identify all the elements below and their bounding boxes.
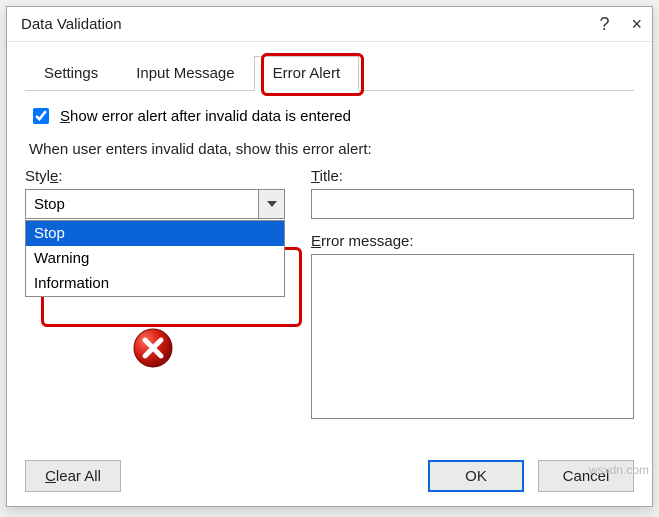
close-button[interactable]: × (631, 15, 642, 33)
title-input[interactable] (311, 189, 634, 219)
dialog-content: Settings Input Message Error Alert Show … (7, 42, 652, 448)
form-columns: Style: Stop Stop Warning Information (25, 168, 634, 423)
titlebar-controls: ? × (599, 15, 642, 33)
title-label: Title: (311, 168, 634, 185)
option-warning[interactable]: Warning (26, 246, 284, 271)
clear-all-button[interactable]: Clear All (25, 460, 121, 492)
tab-error-alert[interactable]: Error Alert (254, 56, 360, 91)
dialog-title: Data Validation (21, 16, 122, 33)
show-alert-label: Show error alert after invalid data is e… (60, 108, 351, 125)
help-button[interactable]: ? (599, 15, 609, 33)
show-alert-checkbox[interactable] (33, 108, 49, 124)
tabstrip: Settings Input Message Error Alert (25, 56, 634, 91)
style-drop-button[interactable] (258, 190, 284, 218)
style-column: Style: Stop Stop Warning Information (25, 168, 285, 423)
ok-button[interactable]: OK (428, 460, 524, 492)
style-value: Stop (26, 190, 258, 218)
dialog-footer: Clear All OK Cancel (7, 448, 652, 506)
data-validation-dialog: Data Validation ? × Settings Input Messa… (6, 6, 653, 507)
style-droplist[interactable]: Stop Warning Information (25, 220, 285, 297)
tab-input-message[interactable]: Input Message (117, 56, 253, 90)
stop-icon (132, 327, 174, 369)
option-stop[interactable]: Stop (26, 221, 284, 246)
error-message-textarea[interactable] (311, 254, 634, 419)
option-information[interactable]: Information (26, 271, 284, 296)
show-alert-row: Show error alert after invalid data is e… (29, 105, 634, 127)
style-combobox[interactable]: Stop (25, 189, 285, 219)
watermark: wsxdn.com (589, 463, 649, 477)
error-message-label: Error message: (311, 233, 634, 250)
tab-settings[interactable]: Settings (25, 56, 117, 90)
style-label: Style: (25, 168, 285, 185)
chevron-down-icon (267, 201, 277, 207)
dialog-titlebar: Data Validation ? × (7, 7, 652, 42)
right-column: Title: Error message: (311, 168, 634, 423)
subheading: When user enters invalid data, show this… (29, 141, 634, 158)
